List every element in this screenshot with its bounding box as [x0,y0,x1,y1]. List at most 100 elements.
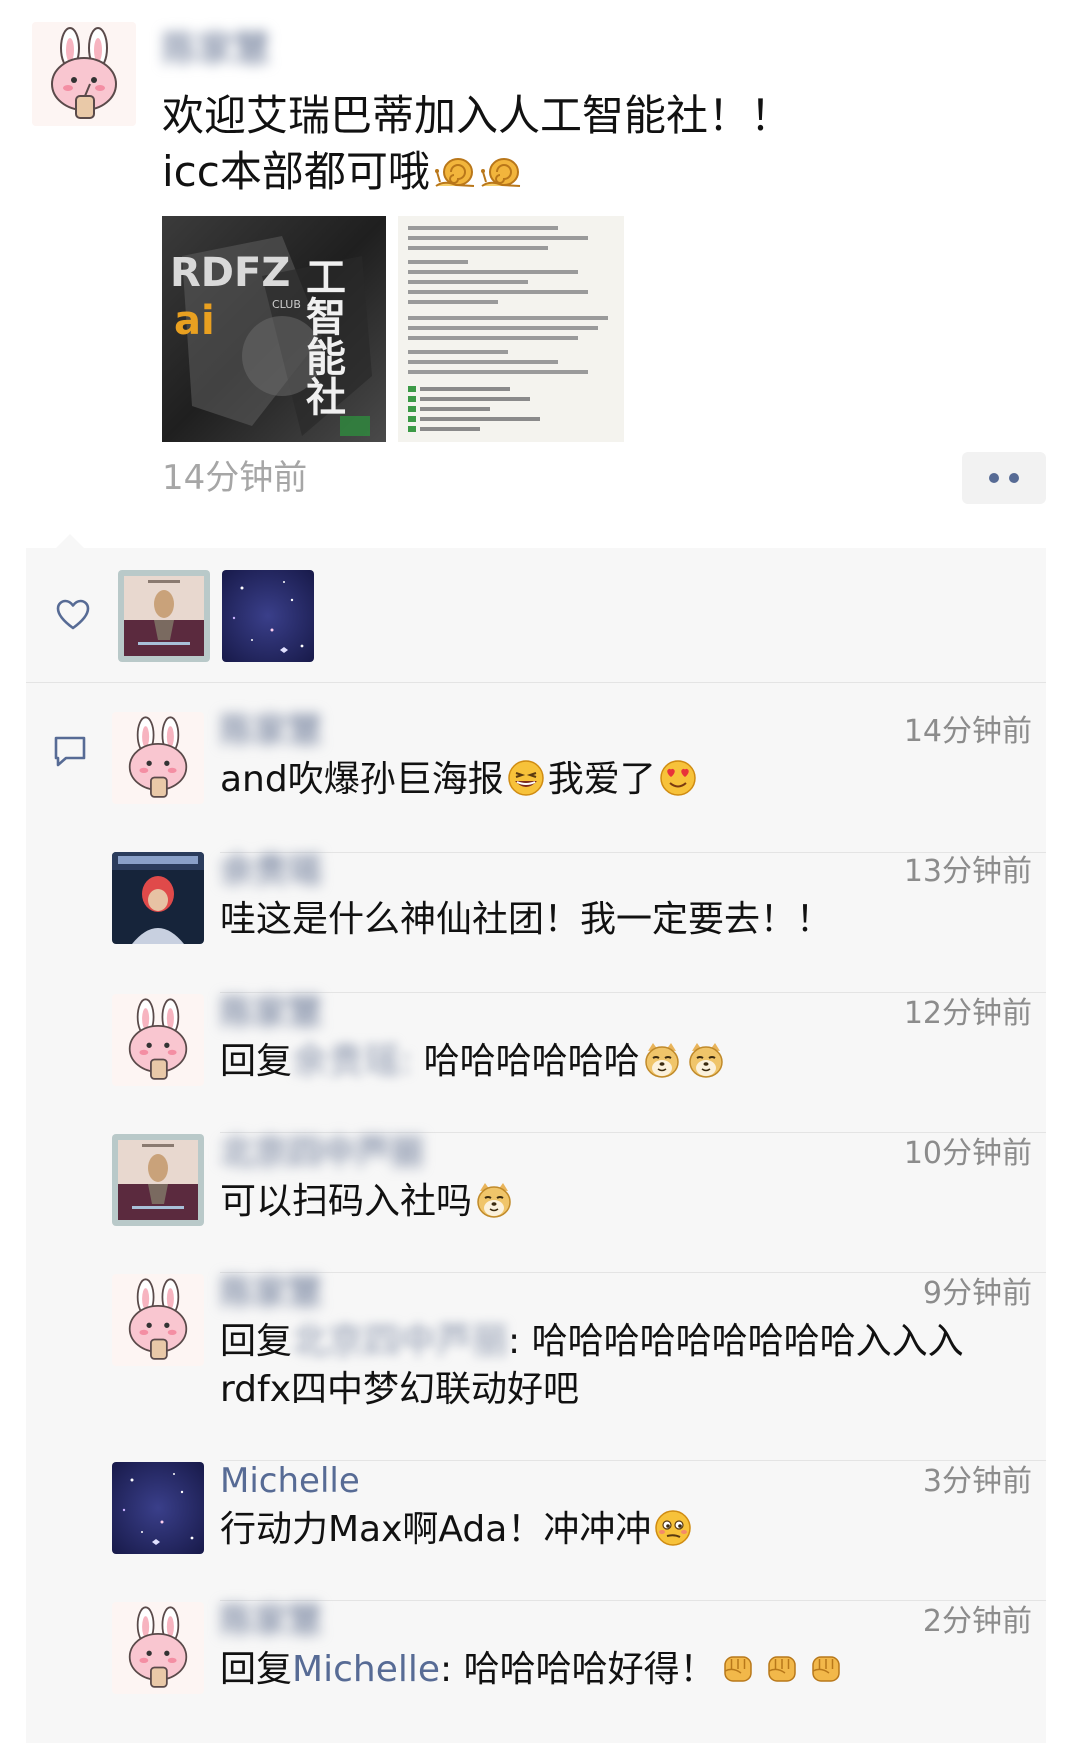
more-dots-icon [1009,473,1019,483]
post-image-poster[interactable]: RDFZ ai CLUB 工智能社 [162,216,386,442]
bunny-avatar-icon [112,1274,204,1366]
more-dots-icon [989,473,999,483]
comment-text: 行动力Max啊Ada！冲冲冲 [220,1506,1032,1554]
fist-emoji-icon [767,1656,796,1682]
post-text-line-2: icc本部都可哦 [162,144,792,200]
bunny-avatar-icon [112,712,204,804]
comment-item[interactable]: Michelle 3分钟前 行动力Max啊Ada！冲冲冲 [112,1461,1040,1582]
bunny-avatar-icon [32,22,136,126]
moments-page: 陈家慧 欢迎艾瑞巴蒂加入人工智能社！！ icc本部都可哦 RDFZ ai CLU… [0,0,1080,1743]
comment-item[interactable]: 陈家慧 9分钟前 回复北京四中芦丽: 哈哈哈哈哈哈哈哈哈入入入rdfx四中梦幻联… [112,1273,1040,1442]
comment-author-name[interactable]: 陈家慧 [220,990,322,1036]
post-image-screenshot[interactable] [398,216,624,442]
comment-divider [220,1272,1046,1273]
comment-author-name[interactable]: 陈家慧 [220,1270,322,1316]
chat-screenshot-image-icon [398,216,624,442]
comment-body: 行动力Max啊Ada！冲冲冲 [220,1509,652,1550]
doge-emoji-icon [644,1043,679,1078]
comment-item[interactable]: 陈家慧 12分钟前 回复余贵瑶: 哈哈哈哈哈哈 [112,993,1040,1114]
comment-divider [220,1600,1046,1601]
comment-body: 哇这是什么神仙社团！我一定要去！！ [220,899,833,940]
post-timestamp: 14分钟前 [162,458,308,498]
red-hair-avatar-icon [112,852,204,944]
reply-label: 回复 [220,1649,293,1690]
starry-night-avatar-icon [222,570,314,662]
poster-title-text: RDFZ [170,250,290,296]
bunny-avatar-icon [112,994,204,1086]
post-body: 欢迎艾瑞巴蒂加入人工智能社！！ icc本部都可哦 [162,88,792,200]
reply-target-name[interactable]: Michelle [292,1646,440,1694]
comment-author-name[interactable]: 陈家慧 [220,1598,322,1644]
comment-body: and吹爆孙巨海报 [220,759,504,800]
poster-vertical-title: 工智能社 [299,256,346,416]
comment-text: and吹爆孙巨海报 我爱了 [220,756,1032,804]
comment-author-name[interactable]: 陈家慧 [220,708,322,754]
post-text-line-1: 欢迎艾瑞巴蒂加入人工智能社！！ [162,91,793,140]
comment-avatar[interactable] [112,852,204,944]
like-avatar-album[interactable] [118,570,210,662]
comment-item[interactable]: 陈家慧 14分钟前 and吹爆孙巨海报 我爱了 [112,711,1040,832]
reply-target-name[interactable]: 余贵瑶: [292,1038,412,1086]
comment-body: 可以扫码入社吗 [220,1181,473,1222]
comment-bubble-icon [54,736,86,767]
comment-author-text: 余贵瑶 [220,851,322,891]
comment-author-text: 北京四中芦丽 [220,1133,424,1173]
poster-ai-text: ai [174,298,215,344]
fist-emoji-icon [723,1656,752,1682]
post-author-name[interactable]: 陈家慧 [162,26,270,74]
album-cover-avatar-icon [112,1134,204,1226]
doge-emoji-icon [477,1183,511,1218]
poster-image-icon: RDFZ ai CLUB 工智能社 [162,216,386,442]
comment-timestamp: 10分钟前 [903,1136,1032,1171]
post-author-avatar[interactable] [32,22,136,126]
comment-timestamp: 2分钟前 [922,1604,1032,1639]
panel-caret [56,534,84,548]
comment-timestamp: 3分钟前 [922,1464,1032,1499]
comment-item[interactable]: 北京四中芦丽 10分钟前 可以扫码入社吗 [112,1133,1040,1254]
reply-label: 回复 [220,1041,293,1082]
reply-target-name[interactable]: 北京四中芦丽 [292,1318,508,1366]
comment-avatar[interactable] [112,1134,204,1226]
doge-emoji-icon [688,1043,723,1078]
comment-author-text: 陈家慧 [220,993,322,1033]
comment-timestamp: 12分钟前 [903,996,1032,1031]
comment-divider [220,992,1046,993]
like-avatar-starry[interactable] [222,570,314,662]
comment-avatar[interactable] [112,712,204,804]
comment-body-2: 我爱了 [547,759,656,800]
comment-text: 回复余贵瑶: 哈哈哈哈哈哈 [220,1038,1032,1086]
comment-author-name[interactable]: Michelle [220,1458,360,1504]
starry-night-avatar-icon [112,1462,204,1554]
more-actions-button[interactable] [962,452,1046,504]
reply-label: 回复 [220,1321,293,1362]
comment-author-text: 陈家慧 [220,1601,322,1641]
comment-avatar[interactable] [112,1462,204,1554]
likes-divider [26,682,1046,683]
comment-avatar[interactable] [112,994,204,1086]
comment-timestamp: 13分钟前 [903,854,1032,889]
comment-author-text: 陈家慧 [220,711,322,751]
comment-text: 回复北京四中芦丽: 哈哈哈哈哈哈哈哈哈入入入rdfx四中梦幻联动好吧 [220,1318,1032,1414]
post-text-line-2-text: icc本部都可哦 [162,147,430,196]
post-author-name-text: 陈家慧 [162,29,271,70]
comment-avatar[interactable] [112,1274,204,1366]
likes-row [26,548,1046,682]
snail-emoji-icon [480,158,520,187]
comment-author-name[interactable]: 北京四中芦丽 [220,1130,424,1176]
comment-item[interactable]: 余贵瑶 13分钟前 哇这是什么神仙社团！我一定要去！！ [112,851,1040,972]
comment-item[interactable]: 陈家慧 2分钟前 回复Michelle: 哈哈哈哈好得！ [112,1601,1040,1722]
comment-text: 哇这是什么神仙社团！我一定要去！！ [220,896,1032,944]
album-cover-avatar-icon [118,570,210,662]
bunny-avatar-icon [112,1602,204,1694]
comment-timestamp: 14分钟前 [903,714,1032,749]
poster-club-text: CLUB [272,298,301,311]
interaction-panel: 陈家慧 14分钟前 and吹爆孙巨海报 我爱了 余贵瑶 13分钟前 哇这是什么神仙… [26,548,1046,1743]
comment-author-text: 陈家慧 [220,1273,322,1313]
comment-author-name[interactable]: 余贵瑶 [220,848,322,894]
grinning-sweat-emoji-icon [507,760,544,796]
snail-emoji-icon [434,158,474,187]
comment-avatar[interactable] [112,1602,204,1694]
heart-eyes-emoji-icon [660,760,696,796]
comment-text: 可以扫码入社吗 [220,1178,1032,1226]
comment-timestamp: 9分钟前 [922,1276,1032,1311]
